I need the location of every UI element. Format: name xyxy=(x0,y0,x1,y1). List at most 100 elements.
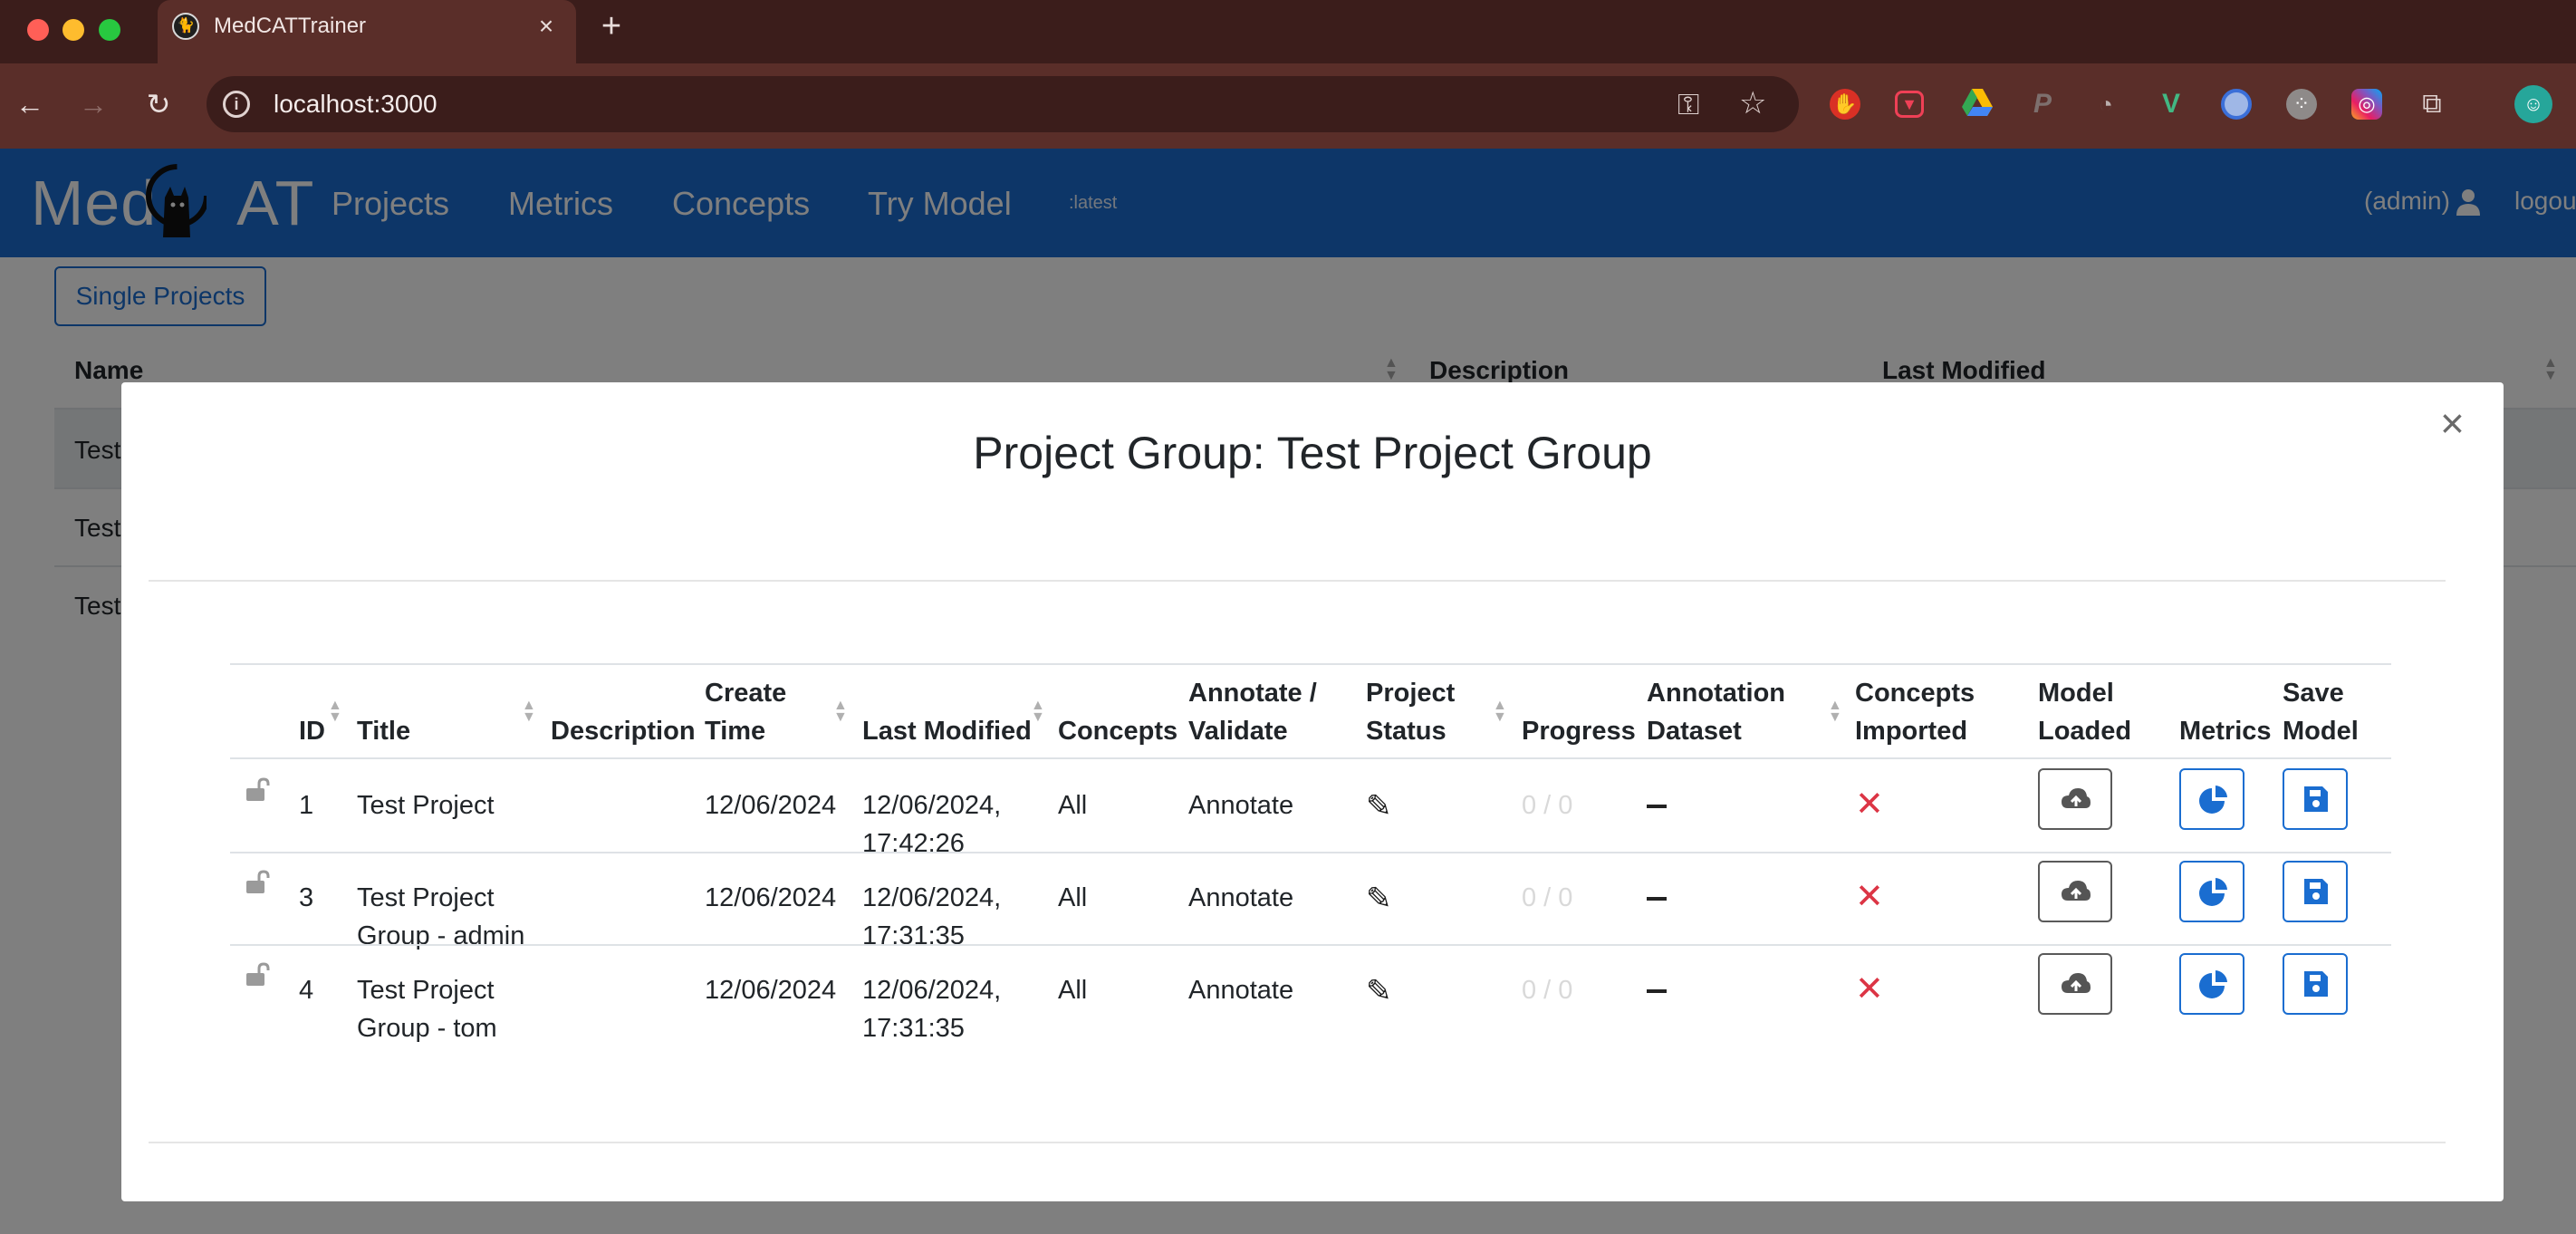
col-header-project-status-2[interactable]: Status xyxy=(1366,712,1447,750)
metrics-button[interactable] xyxy=(2179,861,2244,922)
col-header-annotate-2[interactable]: Validate xyxy=(1188,712,1288,750)
col-header-concepts[interactable]: Concepts xyxy=(1058,712,1177,750)
cell-id: 4 xyxy=(299,976,314,1005)
cat-favicon-icon: 🐈 xyxy=(172,13,199,40)
url-text[interactable]: localhost:3000 xyxy=(274,89,437,120)
col-header-annotate[interactable]: Annotate / xyxy=(1188,674,1317,712)
col-header-annotation-dataset[interactable]: Annotation xyxy=(1647,674,1785,712)
p-extension-icon[interactable]: P xyxy=(2027,89,2058,120)
unlock-icon[interactable] xyxy=(245,962,272,986)
col-header-id[interactable]: ID xyxy=(299,712,325,750)
grey-extension-icon[interactable]: ◔ xyxy=(2091,89,2121,120)
profile-avatar-icon[interactable]: ☺ xyxy=(2514,85,2552,123)
site-info-icon[interactable]: i xyxy=(223,91,250,118)
cell-create-time: 12/06/2024 xyxy=(705,883,837,912)
row-divider xyxy=(230,944,2391,946)
save-model-button[interactable] xyxy=(2283,953,2348,1015)
blue-circle-extension-icon[interactable] xyxy=(2221,89,2252,120)
cell-annotate-mode: Annotate xyxy=(1188,791,1294,820)
table-top-border xyxy=(230,663,2391,665)
colorpick-extension-icon[interactable]: ◎ xyxy=(2351,89,2382,120)
unlock-icon[interactable] xyxy=(245,870,272,893)
table-header-divider xyxy=(230,757,2391,759)
tab-close-icon[interactable]: × xyxy=(533,9,560,43)
x-mark-icon: ✕ xyxy=(1855,878,1884,916)
load-model-button[interactable] xyxy=(2038,768,2112,830)
new-tab-icon[interactable]: + xyxy=(598,7,625,45)
sort-icon[interactable]: ▲▼ xyxy=(522,699,536,725)
back-icon[interactable]: ← xyxy=(9,83,51,125)
dash-icon xyxy=(1647,805,1667,808)
cell-title[interactable]: Test Project xyxy=(357,971,495,1009)
forward-icon[interactable]: → xyxy=(72,83,114,125)
close-icon[interactable]: × xyxy=(2440,400,2465,446)
col-header-last-modified[interactable]: Last Modified xyxy=(862,712,1032,750)
col-header-create-time[interactable]: Create xyxy=(705,674,786,712)
unlock-icon[interactable] xyxy=(245,777,272,801)
close-window-button[interactable] xyxy=(27,19,49,41)
key-icon[interactable]: ⚿ xyxy=(1677,89,1699,120)
row-divider xyxy=(230,852,2391,853)
col-header-description[interactable]: Description xyxy=(551,712,696,750)
dash-icon xyxy=(1647,989,1667,993)
tab-title: MedCATTrainer xyxy=(214,14,367,38)
col-header-create-time-2[interactable]: Time xyxy=(705,712,765,750)
sort-icon[interactable]: ▲▼ xyxy=(1828,699,1842,725)
reload-icon[interactable]: ↻ xyxy=(138,83,179,125)
metrics-button[interactable] xyxy=(2179,768,2244,830)
save-model-button[interactable] xyxy=(2283,861,2348,922)
cell-create-time: 12/06/2024 xyxy=(705,791,837,820)
col-header-metrics[interactable]: Metrics xyxy=(2179,712,2272,750)
x-mark-icon: ✕ xyxy=(1855,786,1884,824)
pocket-extension-icon[interactable]: ▼ xyxy=(1895,91,1924,118)
vue-devtools-extension-icon[interactable]: V xyxy=(2156,89,2187,120)
cell-annotate-mode: Annotate xyxy=(1188,976,1294,1005)
cloud-upload-icon xyxy=(2062,973,2091,993)
modal-footer-divider xyxy=(149,1142,2446,1143)
address-bar[interactable] xyxy=(207,76,1799,132)
col-header-concepts-imported[interactable]: Concepts xyxy=(1855,674,1975,712)
cell-progress: 0 / 0 xyxy=(1522,976,1573,1005)
col-header-save-model[interactable]: Save xyxy=(2283,674,2344,712)
load-model-button[interactable] xyxy=(2038,861,2112,922)
cell-annotate-mode: Annotate xyxy=(1188,883,1294,912)
cell-title[interactable]: Test Project xyxy=(357,879,495,917)
col-header-save-model-2[interactable]: Model xyxy=(2283,712,2359,750)
pencil-icon[interactable]: ✎ xyxy=(1366,882,1392,915)
col-header-project-status[interactable]: Project xyxy=(1366,674,1455,712)
col-header-model-loaded[interactable]: Model xyxy=(2038,674,2114,712)
cell-title-line2[interactable]: Group - admin xyxy=(357,917,524,955)
bookmark-star-icon[interactable]: ☆ xyxy=(1739,87,1766,120)
cell-progress: 0 / 0 xyxy=(1522,791,1573,820)
sort-icon[interactable]: ▲▼ xyxy=(1493,699,1507,725)
project-group-modal: Project Group: Test Project Group × ID ▲… xyxy=(121,382,2504,1201)
floppy-save-icon xyxy=(2304,971,2328,997)
minimize-window-button[interactable] xyxy=(62,19,84,41)
maximize-window-button[interactable] xyxy=(99,19,120,41)
save-model-button[interactable] xyxy=(2283,768,2348,830)
cell-concepts: All xyxy=(1058,791,1088,820)
google-drive-extension-icon[interactable] xyxy=(1962,89,1993,120)
adblock-extension-icon[interactable]: ✋ xyxy=(1830,89,1860,120)
cell-title-line2[interactable]: Group - tom xyxy=(357,1009,497,1047)
grey-circle-extension-icon[interactable]: ⁘ xyxy=(2286,89,2317,120)
col-header-model-loaded-2[interactable]: Loaded xyxy=(2038,712,2131,750)
col-header-progress[interactable]: Progress xyxy=(1522,712,1636,750)
sort-icon[interactable]: ▲▼ xyxy=(1031,699,1045,725)
col-header-title[interactable]: Title xyxy=(357,712,410,750)
pencil-icon[interactable]: ✎ xyxy=(1366,975,1392,1007)
floppy-save-icon xyxy=(2304,786,2328,812)
floppy-save-icon xyxy=(2304,879,2328,904)
sort-icon[interactable]: ▲▼ xyxy=(328,699,342,725)
col-header-concepts-imported-2[interactable]: Imported xyxy=(1855,712,1967,750)
metrics-button[interactable] xyxy=(2179,953,2244,1015)
cell-id: 1 xyxy=(299,791,314,820)
cell-title[interactable]: Test Project xyxy=(357,786,495,824)
pencil-icon[interactable]: ✎ xyxy=(1366,790,1392,823)
cell-last-modified-time: 17:31:35 xyxy=(862,921,965,950)
sort-icon[interactable]: ▲▼ xyxy=(833,699,848,725)
col-header-annotation-dataset-2[interactable]: Dataset xyxy=(1647,712,1742,750)
puzzle-extensions-icon[interactable]: ⧉ xyxy=(2417,89,2447,120)
load-model-button[interactable] xyxy=(2038,953,2112,1015)
pie-chart-icon xyxy=(2199,970,2227,998)
